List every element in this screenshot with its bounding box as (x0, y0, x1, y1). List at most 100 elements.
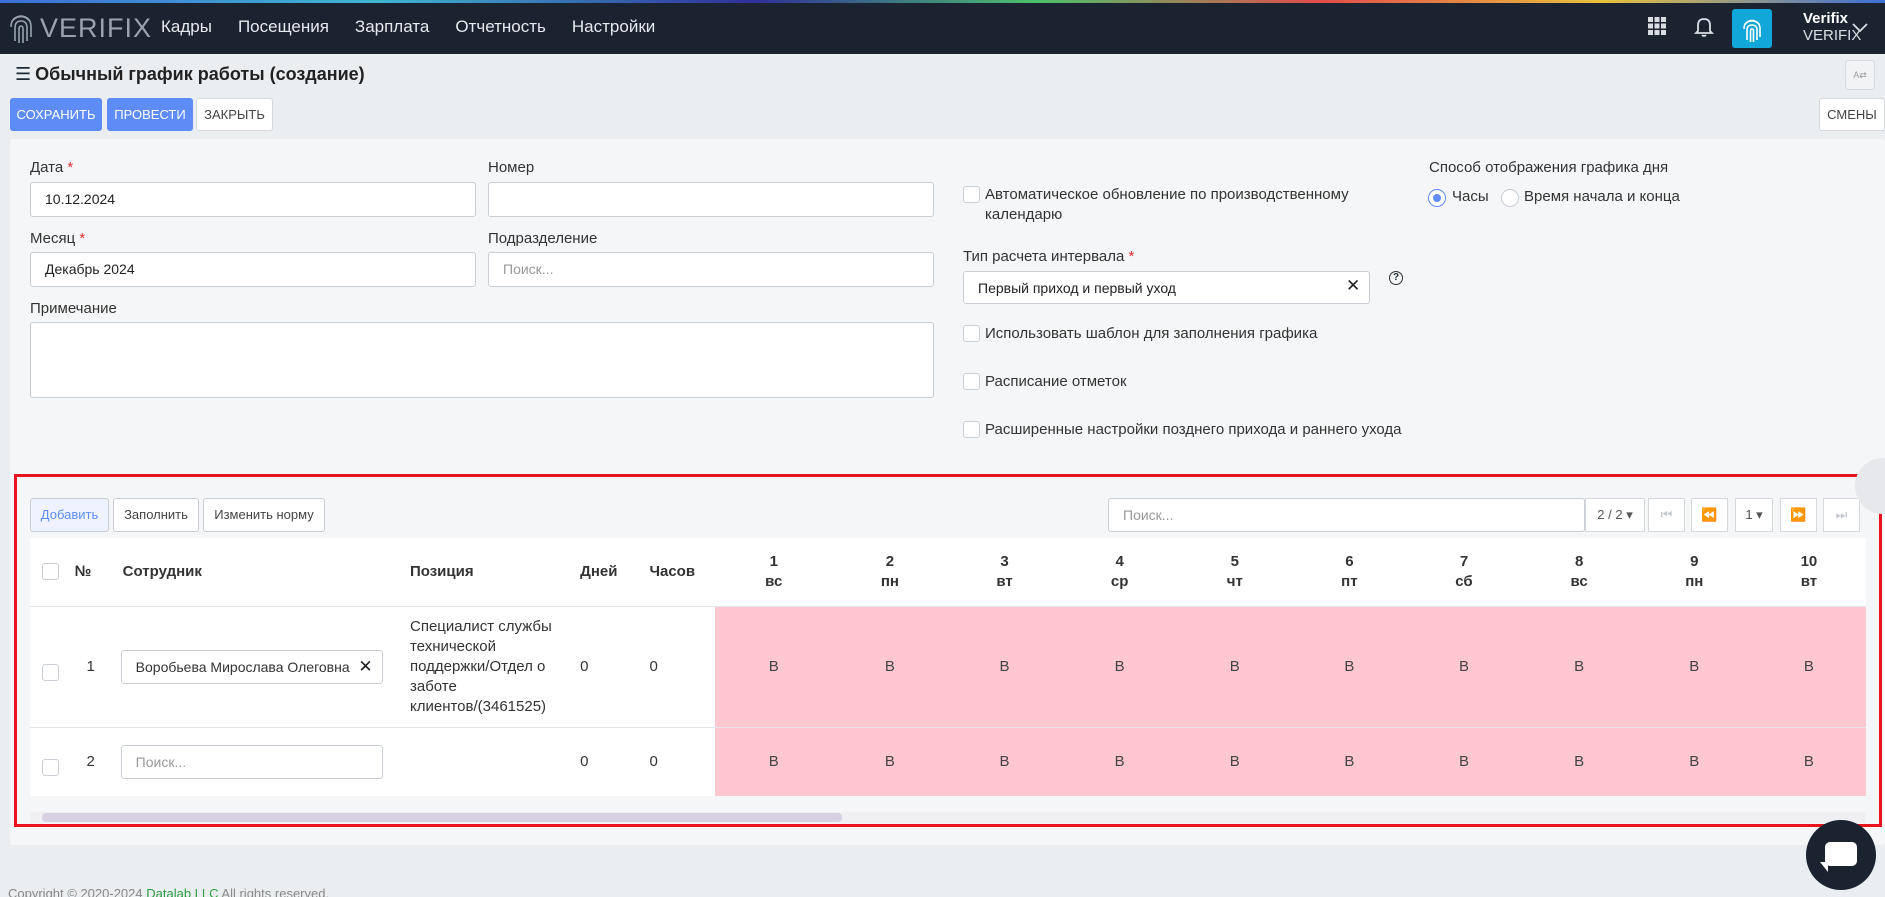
day-mark-cell[interactable]: В (1292, 606, 1407, 728)
next-page-icon[interactable]: ⏩ (1780, 498, 1817, 532)
page-title: Обычный график работы (создание) (35, 64, 365, 84)
radio-start-end-label: Время начала и конца (1524, 188, 1680, 205)
menu-item-settings[interactable]: Настройки (572, 17, 655, 37)
day-mark-cell[interactable]: В (714, 727, 833, 796)
table-row[interactable]: 2 Поиск... 0 0 В В В В В В В В В В (30, 727, 1866, 796)
footer: Copyright © 2020-2024 Datalab LLC All ri… (8, 886, 329, 897)
day-mark-cell[interactable]: В (1751, 727, 1866, 796)
radio-start-end[interactable] (1501, 189, 1519, 207)
day-mark-cell[interactable]: В (832, 606, 947, 728)
marks-schedule-checkbox[interactable] (963, 373, 980, 390)
change-norm-button[interactable]: Изменить норму (203, 498, 325, 532)
apps-grid-icon[interactable] (1645, 16, 1669, 40)
menu-item-visits[interactable]: Посещения (238, 17, 329, 37)
col-day: 10 вт (1751, 538, 1866, 607)
day-mark-cell[interactable]: В (1177, 606, 1293, 728)
day-number: 4 (1115, 552, 1124, 570)
day-of-week: чт (1226, 572, 1243, 590)
interval-type-label: Тип расчета интервала * (963, 248, 1134, 265)
day-mark-cell[interactable]: В (832, 727, 947, 796)
day-of-week: пн (1685, 572, 1704, 590)
last-page-icon[interactable]: ⏭ (1823, 498, 1860, 532)
days-cell: 0 (580, 727, 650, 796)
day-mark-cell[interactable]: В (1406, 606, 1522, 728)
translate-icon[interactable]: A⇄ (1845, 60, 1875, 90)
page-header: ☰ Обычный график работы (создание) (15, 64, 365, 85)
row-num: 1 (60, 606, 121, 728)
required-mark: * (1128, 248, 1135, 265)
day-mark-cell[interactable]: В (946, 727, 1063, 796)
col-num: № (60, 538, 121, 607)
day-mark-cell[interactable]: В (1636, 727, 1752, 796)
hamburger-icon[interactable]: ☰ (15, 64, 31, 85)
save-button[interactable]: СОХРАНИТЬ (10, 98, 102, 131)
use-template-label: Использовать шаблон для заполнения графи… (985, 325, 1318, 342)
interval-type-select[interactable]: Первый приход и первый уход (963, 271, 1370, 304)
day-number: 10 (1800, 552, 1818, 570)
table-row[interactable]: 1 Воробьева Мирослава Олеговна ✕ Специали… (30, 606, 1866, 728)
bell-icon[interactable] (1692, 16, 1716, 40)
day-mark-cell[interactable]: В (1292, 727, 1407, 796)
row-count-dropdown[interactable]: 2 / 2 ▾ (1585, 498, 1645, 532)
row-checkbox[interactable] (42, 759, 59, 776)
note-textarea[interactable] (30, 322, 934, 398)
menu-item-salary[interactable]: Зарплата (355, 17, 429, 37)
post-button[interactable]: ПРОВЕСТИ (107, 98, 193, 131)
help-icon[interactable]: ? (1389, 271, 1403, 285)
table-search-input[interactable]: Поиск... (1108, 498, 1585, 532)
first-page-icon[interactable]: ⏮ (1648, 498, 1685, 532)
footer-rights: All rights reserved. (221, 886, 330, 897)
prev-page-icon[interactable]: ⏪ (1691, 498, 1728, 532)
day-mark-cell[interactable]: В (1521, 727, 1637, 796)
row-select-cell (30, 727, 61, 796)
chevron-down-icon[interactable] (1852, 20, 1868, 38)
day-mark-cell[interactable]: В (1406, 727, 1522, 796)
day-number: 2 (885, 552, 895, 570)
extended-settings-checkbox[interactable] (963, 421, 980, 438)
chat-button[interactable] (1806, 820, 1876, 890)
app-logo[interactable]: VERIFIX (8, 10, 152, 46)
col-day: 3 вт (946, 538, 1063, 607)
day-mark-cell[interactable]: В (1062, 727, 1178, 796)
auto-update-label: Автоматическое обновление по производств… (985, 186, 1349, 223)
shifts-button[interactable]: СМЕНЫ (1819, 98, 1885, 131)
day-mark-cell[interactable]: В (1636, 606, 1752, 728)
number-field[interactable] (488, 182, 934, 217)
day-mark-cell[interactable]: В (1177, 727, 1293, 796)
day-mark-cell[interactable]: В (1751, 606, 1866, 728)
col-position: Позиция (407, 538, 581, 607)
day-mark-cell[interactable]: В (1062, 606, 1178, 728)
division-field[interactable]: Поиск... (488, 252, 934, 287)
avatar[interactable] (1732, 9, 1772, 48)
footer-company-link[interactable]: Datalab LLC (146, 886, 218, 897)
page-number-dropdown[interactable]: 1 ▾ (1735, 498, 1773, 532)
use-template-checkbox[interactable] (963, 325, 980, 342)
month-field[interactable]: Декабрь 2024 (30, 252, 476, 287)
scrollbar-thumb[interactable] (42, 813, 842, 822)
date-field[interactable]: 10.12.2024 (30, 182, 476, 217)
menu-item-reports[interactable]: Отчетность (455, 17, 546, 37)
col-day: 1 вс (714, 538, 833, 607)
day-number: 1 (769, 552, 778, 570)
marks-schedule-label: Расписание отметок (985, 373, 1127, 390)
day-mark-cell[interactable]: В (1521, 606, 1637, 728)
radio-hours[interactable] (1428, 189, 1446, 207)
employee-field[interactable]: Воробьева Мирослава Олеговна ✕ (120, 649, 383, 684)
employee-search-field[interactable]: Поиск... (120, 744, 383, 779)
clear-icon[interactable]: ✕ (358, 651, 372, 683)
add-row-button[interactable]: Добавить (30, 498, 109, 532)
day-number: 8 (1574, 552, 1584, 570)
auto-update-checkbox[interactable] (963, 186, 980, 203)
close-button[interactable]: ЗАКРЫТЬ (196, 98, 273, 131)
row-checkbox[interactable] (42, 664, 59, 681)
day-mark-cell[interactable]: В (946, 606, 1063, 728)
horizontal-scrollbar[interactable] (30, 812, 1866, 823)
fill-button[interactable]: Заполнить (113, 498, 199, 532)
select-all-checkbox[interactable] (42, 563, 59, 581)
col-day: 6 пт (1292, 538, 1407, 607)
employee-cell: Поиск... (120, 727, 408, 796)
clear-icon[interactable]: ✕ (1346, 276, 1360, 296)
menu-item-hr[interactable]: Кадры (161, 17, 212, 37)
table-header-row: № Сотрудник Позиция Дней Часов 1 вс 2 пн 3… (30, 538, 1866, 607)
day-mark-cell[interactable]: В (714, 606, 833, 728)
